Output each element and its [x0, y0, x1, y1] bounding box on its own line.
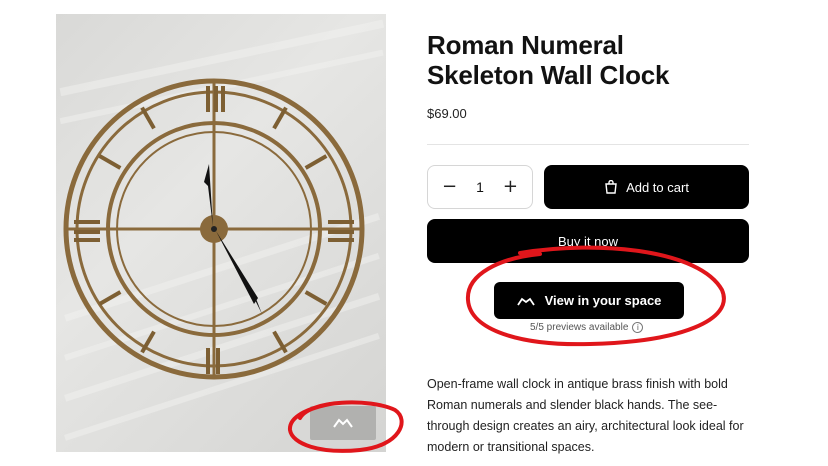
buy-now-button[interactable]: Buy it now [427, 219, 749, 263]
quantity-value[interactable]: 1 [476, 179, 484, 195]
quantity-decrease-button[interactable]: − [438, 178, 461, 196]
ar-view-icon [516, 297, 535, 305]
add-to-cart-label: Add to cart [626, 179, 689, 195]
ar-view-icon [333, 418, 353, 428]
previews-text: 5/5 previews available [530, 322, 629, 333]
cart-icon [605, 180, 617, 194]
info-icon[interactable]: i [632, 322, 644, 333]
product-title-line2: Skeleton Wall Clock [427, 60, 670, 90]
quantity-stepper: − 1 + [427, 165, 533, 209]
ar-view-thumbnail-button[interactable] [310, 406, 376, 440]
product-description: Open-frame wall clock in antique brass f… [427, 377, 744, 454]
product-price: $69.00 [427, 106, 467, 121]
product-image[interactable] [56, 14, 386, 452]
view-in-your-space-button[interactable]: View in your space [494, 282, 684, 319]
divider [427, 144, 749, 145]
buy-now-label: Buy it now [558, 233, 618, 249]
previews-available: 5/5 previews available i [530, 322, 644, 333]
quantity-increase-button[interactable]: + [499, 178, 522, 196]
view-in-your-space-label: View in your space [544, 293, 662, 308]
product-title: Roman Numeral Skeleton Wall Clock [427, 30, 757, 90]
clock-photo [59, 19, 385, 441]
add-to-cart-button[interactable]: Add to cart [544, 165, 749, 209]
product-title-line1: Roman Numeral [427, 30, 624, 60]
